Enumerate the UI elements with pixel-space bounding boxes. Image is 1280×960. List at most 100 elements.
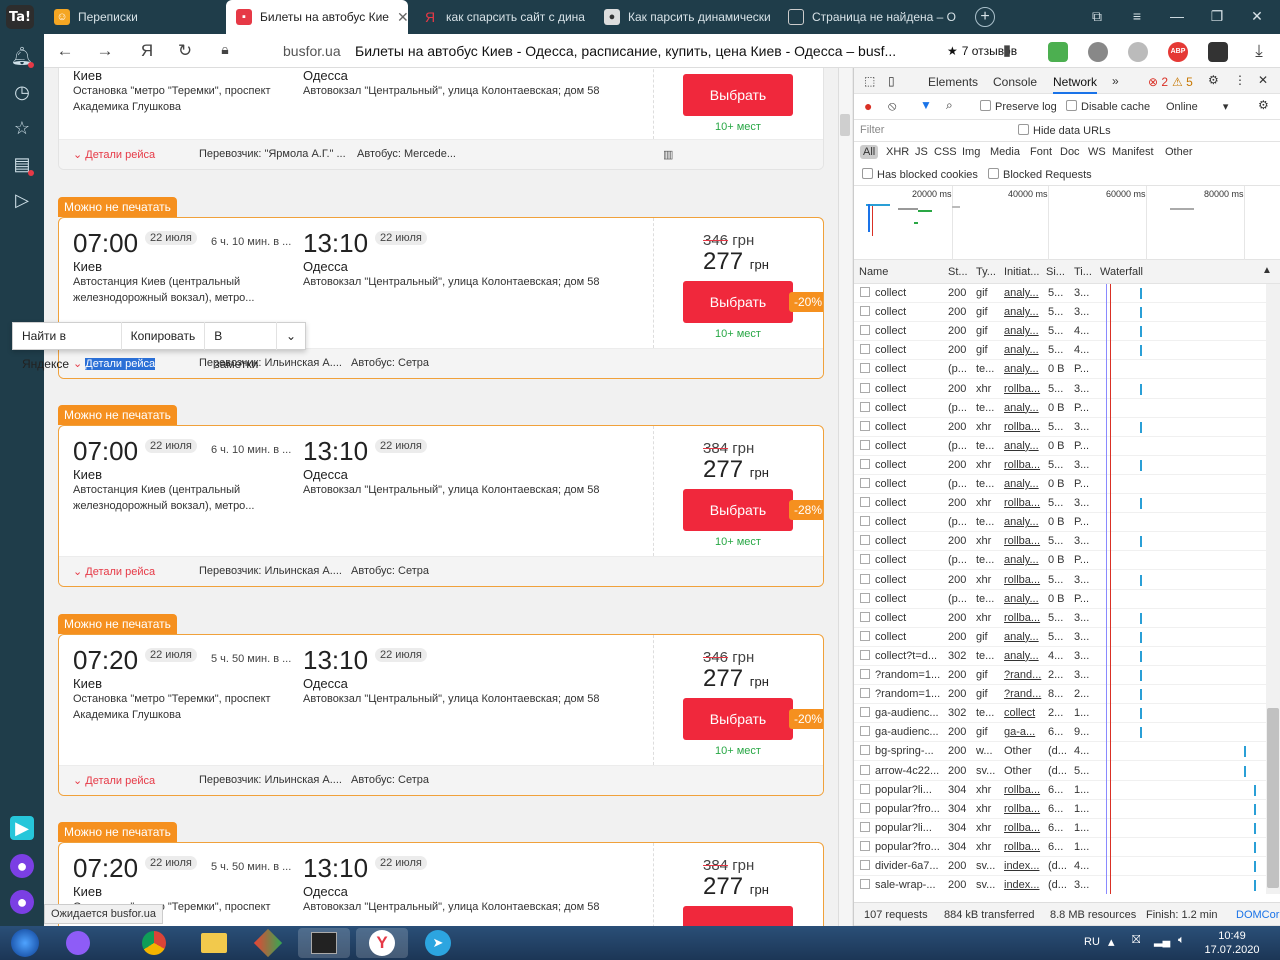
network-overview-timeline[interactable]: 20000 ms 40000 ms 60000 ms 80000 ms bbox=[854, 186, 1280, 260]
request-row[interactable]: collect 200 xhr rollba... 5... 3... bbox=[854, 571, 1266, 590]
filter-input[interactable]: Filter bbox=[860, 124, 1006, 136]
request-initiator[interactable]: ?rand... bbox=[1004, 669, 1044, 681]
volume-icon[interactable]: 🔈︎ bbox=[1178, 934, 1185, 947]
chevron-down-icon[interactable]: ⌄ bbox=[277, 322, 305, 350]
request-initiator[interactable]: index... bbox=[1004, 879, 1044, 891]
tabs-overview-icon[interactable]: ⧉ bbox=[1088, 8, 1106, 25]
tab-busfor[interactable]: ▪ Билеты на автобус Кие ✕ bbox=[226, 0, 408, 34]
network-settings-icon[interactable]: ⚙ bbox=[1258, 98, 1269, 112]
kebab-menu-icon[interactable]: ⋮ bbox=[1234, 73, 1246, 87]
request-row[interactable]: collect 200 gif analy... 5... 3... bbox=[854, 628, 1266, 647]
request-row[interactable]: collect (p... te... analy... 0 B P... bbox=[854, 360, 1266, 380]
type-filter-js[interactable]: JS bbox=[915, 146, 928, 158]
lock-icon[interactable]: 🔒︎ bbox=[214, 41, 236, 58]
request-row[interactable]: collect (p... te... analy... 0 B P... bbox=[854, 513, 1266, 533]
request-initiator[interactable]: rollba... bbox=[1004, 421, 1044, 433]
request-initiator[interactable]: Other bbox=[1004, 765, 1044, 777]
settings-gear-icon[interactable]: ⚙ bbox=[1208, 73, 1219, 87]
page-scrollbar[interactable] bbox=[838, 68, 852, 926]
hide-data-urls-checkbox[interactable]: Hide data URLs bbox=[1018, 124, 1111, 137]
download-icon[interactable]: ⤓ bbox=[1248, 41, 1270, 61]
page-title-in-address[interactable]: Билеты на автобус Киев - Одесса, расписа… bbox=[355, 43, 896, 59]
find-in-yandex-item[interactable]: Найти в Яндексе bbox=[13, 322, 122, 371]
request-row[interactable]: collect 200 gif analy... 5... 3... bbox=[854, 303, 1266, 323]
clear-icon[interactable]: ⦸ bbox=[888, 98, 896, 114]
request-row[interactable]: collect 200 xhr rollba... 5... 3... bbox=[854, 494, 1266, 514]
type-filter-media[interactable]: Media bbox=[990, 146, 1020, 158]
start-button-icon[interactable] bbox=[4, 928, 46, 958]
yandex-browser-logo-icon[interactable]: Ta! bbox=[6, 5, 34, 29]
extension-bulb-icon[interactable] bbox=[1088, 42, 1108, 62]
request-row[interactable]: divider-6a7... 200 sv... index... (d... 4... bbox=[854, 857, 1266, 876]
warnings-count[interactable]: ⚠ 5 bbox=[1172, 75, 1193, 89]
alice-voice-icon[interactable]: ● bbox=[10, 890, 34, 914]
request-row[interactable]: collect (p... te... analy... 0 B P... bbox=[854, 551, 1266, 571]
select-trip-button[interactable]: Выбрать bbox=[683, 489, 793, 531]
forward-arrow-icon[interactable]: → bbox=[94, 41, 116, 61]
type-filter-font[interactable]: Font bbox=[1030, 146, 1052, 158]
request-initiator[interactable]: ga-a... bbox=[1004, 726, 1044, 738]
alice-taskbar-icon[interactable] bbox=[52, 928, 104, 958]
history-clock-icon[interactable]: ◷ bbox=[10, 80, 34, 104]
request-initiator[interactable]: analy... bbox=[1004, 325, 1044, 337]
app-diamond-icon[interactable] bbox=[242, 928, 294, 958]
messenger-app-icon[interactable]: ▶ bbox=[10, 816, 34, 840]
network-x-icon[interactable]: ⛝ bbox=[1132, 934, 1140, 947]
type-filter-all[interactable]: All bbox=[860, 145, 879, 159]
language-indicator[interactable]: RU bbox=[1084, 936, 1100, 948]
request-row[interactable]: ga-audienc... 200 gif ga-a... 6... 9... bbox=[854, 723, 1266, 743]
terminal-taskbar-icon[interactable] bbox=[298, 928, 350, 958]
extension-puzzle-icon[interactable] bbox=[1048, 42, 1068, 62]
request-initiator[interactable]: analy... bbox=[1004, 306, 1044, 318]
type-filter-doc[interactable]: Doc bbox=[1060, 146, 1080, 158]
type-filter-manifest[interactable]: Manifest bbox=[1112, 146, 1154, 158]
signal-bars-icon[interactable]: ▂▄ bbox=[1154, 934, 1170, 947]
request-row[interactable]: collect 200 xhr rollba... 5... 3... bbox=[854, 609, 1266, 628]
requests-scrollbar-thumb[interactable] bbox=[1267, 708, 1279, 888]
request-row[interactable]: collect 200 xhr rollba... 5... 3... bbox=[854, 418, 1266, 437]
has-blocked-cookies-checkbox[interactable]: Has blocked cookies bbox=[862, 168, 978, 181]
record-icon[interactable]: ● bbox=[864, 98, 872, 114]
request-initiator[interactable]: rollba... bbox=[1004, 574, 1044, 586]
telegram-taskbar-icon[interactable]: ➤ bbox=[412, 928, 464, 958]
trip-details-toggle[interactable]: ⌄ Детали рейса bbox=[73, 357, 156, 370]
yandex-home-icon[interactable]: Я bbox=[136, 41, 158, 61]
request-row[interactable]: collect 200 gif analy... 5... 3... bbox=[854, 284, 1266, 303]
type-filter-img[interactable]: Img bbox=[962, 146, 980, 158]
request-initiator[interactable]: rollba... bbox=[1004, 459, 1044, 471]
tray-arrow-icon[interactable]: ▴ bbox=[1108, 934, 1115, 950]
copy-item[interactable]: Копировать bbox=[122, 322, 206, 350]
request-row[interactable]: sale-wrap-... 200 sv... index... (d... 3... bbox=[854, 876, 1266, 894]
request-initiator[interactable]: collect bbox=[1004, 707, 1044, 719]
col-initiator[interactable]: Initiat... bbox=[1004, 266, 1039, 278]
request-row[interactable]: popular?fro... 304 xhr rollba... 6... 1... bbox=[854, 800, 1266, 819]
request-initiator[interactable]: ?rand... bbox=[1004, 688, 1044, 700]
back-arrow-icon[interactable]: ← bbox=[54, 41, 76, 61]
request-row[interactable]: collect (p... te... analy... 0 B P... bbox=[854, 437, 1266, 456]
request-row[interactable]: collect 200 gif analy... 5... 4... bbox=[854, 341, 1266, 361]
request-row[interactable]: collect 200 xhr rollba... 5... 3... bbox=[854, 380, 1266, 399]
request-initiator[interactable]: analy... bbox=[1004, 440, 1044, 452]
request-row[interactable]: collect (p... te... analy... 0 B P... bbox=[854, 475, 1266, 494]
notifications-bell-icon[interactable]: 🔔︎ bbox=[10, 44, 34, 68]
page-scrollbar-thumb[interactable] bbox=[840, 114, 850, 136]
media-play-icon[interactable]: ▷ bbox=[10, 188, 34, 212]
clock[interactable]: 10:49 17.07.2020 bbox=[1204, 929, 1260, 957]
request-initiator[interactable]: index... bbox=[1004, 860, 1044, 872]
bookmarks-star-icon[interactable]: ☆ bbox=[10, 116, 34, 140]
close-window-icon[interactable]: ✕ bbox=[1248, 8, 1266, 25]
request-initiator[interactable]: rollba... bbox=[1004, 383, 1044, 395]
request-initiator[interactable]: analy... bbox=[1004, 516, 1044, 528]
request-initiator[interactable]: analy... bbox=[1004, 402, 1044, 414]
new-tab-button[interactable]: + bbox=[975, 7, 995, 27]
reload-icon[interactable]: ↻ bbox=[174, 41, 196, 61]
preserve-log-checkbox[interactable]: Preserve log bbox=[980, 100, 1057, 113]
request-initiator[interactable]: rollba... bbox=[1004, 822, 1044, 834]
request-initiator[interactable]: rollba... bbox=[1004, 803, 1044, 815]
sort-up-icon[interactable]: ▲ bbox=[1262, 265, 1272, 276]
extension-translate-icon[interactable] bbox=[1208, 42, 1228, 62]
request-initiator[interactable]: rollba... bbox=[1004, 535, 1044, 547]
request-row[interactable]: collect 200 gif analy... 5... 4... bbox=[854, 322, 1266, 342]
restore-icon[interactable]: ❐ bbox=[1208, 8, 1226, 25]
more-tabs-icon[interactable]: » bbox=[1112, 74, 1119, 88]
